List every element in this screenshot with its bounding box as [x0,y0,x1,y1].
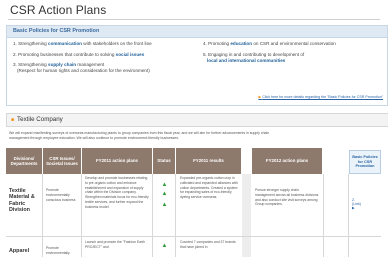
row-results: Expanded pre-organic cotton crop in cult… [180,176,238,200]
basic-policies-heading: Basic Policies for CSR Promotion [7,26,387,38]
row-results: Counted 7 companies and 37 brands that h… [180,240,236,249]
column-divider [348,174,349,257]
company-intro: We will expand manifesting surveys of ov… [9,131,270,141]
header-csr-issue: CSR Issues/ Societal Issues [43,148,81,174]
header-status: Status [153,148,175,174]
row-divider [6,236,381,237]
policies-left-column: 1. Strengthening communication with stak… [13,41,193,79]
policy-details-link[interactable]: ▶ Click here for more details regarding … [258,95,383,99]
header-basic-policies: Basic Policies for CSR Promotion [349,150,381,174]
title-divider [8,19,380,20]
header-fy2012-plan: FY2012 action plans [252,148,322,174]
column-divider [42,174,43,257]
row-division: Textile Material & Fabric Division [9,188,35,214]
status-up-icon: ▲ [161,191,168,197]
policy-item-4: 4. Promoting education on CSR and enviro… [203,41,336,46]
company-section-header: ■ Textile Company [6,113,388,127]
policy-item-2: 2. Promoting businesses that contribute … [13,51,145,57]
status-up-icon: ▲ [161,182,168,188]
basic-policies-box: Basic Policies for CSR Promotion 1. Stre… [6,25,388,106]
row-plan: Launch and promote the "Fashion Earth PR… [85,240,146,249]
arrow-right-icon: ▶ [258,95,262,99]
policy-item-1: 1. Strengthening communication with stak… [13,41,152,46]
column-divider [81,174,82,257]
row-next-plan: Pursue stronger supply chain management … [255,188,319,207]
row-plan: Develop and promote businesses relating … [85,176,149,209]
bullet-icon: ■ [11,117,15,123]
status-up-icon: ▲ [161,202,168,208]
header-fy2011-results: FY2011 results [176,148,241,174]
spacer-column [242,174,251,257]
row-csr-issue: Promote environmentally [46,246,70,255]
column-divider [175,174,176,257]
row-division: Apparel [9,248,30,254]
page-title: CSR Action Plans [10,3,107,17]
policy-item-3: 3. Strengthening supply chain management… [13,62,150,73]
column-divider [152,174,153,257]
header-fy2011-plan: FY2011 action plans [82,148,152,174]
status-up-icon: ▲ [161,243,168,249]
policy-link[interactable]: 2. (Link) ▶ [352,198,361,210]
header-division: Divisions/ Departments [6,148,42,174]
policies-right-column: 4. Promoting education on CSR and enviro… [203,41,383,68]
policy-item-5: 5. Engaging in and contributing to devel… [203,51,305,63]
row-csr-issue: Promote environmentally conscious busine… [46,188,76,202]
column-divider [323,174,324,257]
